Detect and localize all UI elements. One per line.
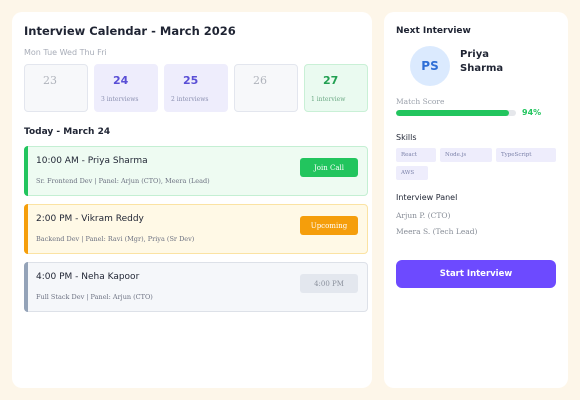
start-interview-button[interactable]: Start Interview xyxy=(396,260,556,288)
appointment-card[interactable]: 4:00 PM - Neha Kapoor Full Stack Dev | P… xyxy=(24,262,368,312)
appointment-time: 2:00 PM - Vikram Reddy xyxy=(36,214,144,224)
upcoming-status-button[interactable]: Upcoming xyxy=(300,216,358,235)
appointment-card[interactable]: 10:00 AM - Priya Sharma Sr. Frontend Dev… xyxy=(24,146,368,196)
skill-tag: AWS xyxy=(396,166,428,180)
scheduled-time-button[interactable]: 4:00 PM xyxy=(300,274,358,293)
interview-panel-heading: Interview Panel xyxy=(396,193,458,202)
day-cell-23[interactable]: 23 xyxy=(24,64,88,112)
day-cell-26[interactable]: 26 xyxy=(234,64,298,112)
today-heading: Today - March 24 xyxy=(24,127,111,137)
panel-member: Arjun P. (CTO) xyxy=(396,211,451,220)
join-call-button[interactable]: Join Call xyxy=(300,158,358,177)
appointment-time: 10:00 AM - Priya Sharma xyxy=(36,156,148,166)
day-number: 23 xyxy=(43,74,57,87)
day-number: 24 xyxy=(113,74,129,87)
status-stripe xyxy=(24,204,28,254)
next-interview-title: Next Interview xyxy=(396,26,471,36)
day-cell-24[interactable]: 24 3 interviews xyxy=(94,64,158,112)
panel-member: Meera S. (Tech Lead) xyxy=(396,227,478,236)
day-number: 25 xyxy=(183,74,199,87)
match-score-bar xyxy=(396,110,516,116)
appointment-time: 4:00 PM - Neha Kapoor xyxy=(36,272,140,282)
skills-heading: Skills xyxy=(396,133,417,142)
skill-tag: Node.js xyxy=(440,148,492,162)
candidate-name: Priya Sharma xyxy=(460,49,504,74)
avatar: PS xyxy=(410,46,450,86)
status-stripe xyxy=(24,146,28,196)
calendar-title: Interview Calendar - March 2026 xyxy=(24,24,236,38)
calendar-card: Interview Calendar - March 2026 Mon Tue … xyxy=(12,12,372,388)
interview-count: 3 interviews xyxy=(101,96,139,103)
day-number: 27 xyxy=(323,74,339,87)
appointment-details: Backend Dev | Panel: Ravi (Mgr), Priya (… xyxy=(36,235,195,243)
appointment-card[interactable]: 2:00 PM - Vikram Reddy Backend Dev | Pan… xyxy=(24,204,368,254)
skill-tag: React xyxy=(396,148,436,162)
next-interview-card: Next Interview PS Priya Sharma Match Sco… xyxy=(384,12,568,388)
day-cell-25[interactable]: 25 2 interviews xyxy=(164,64,228,112)
interview-count: 2 interviews xyxy=(171,96,209,103)
skills-list: React Node.js TypeScript AWS xyxy=(396,148,562,180)
weekday-header: Mon Tue Wed Thu Fri xyxy=(24,48,107,57)
appointment-details: Full Stack Dev | Panel: Arjun (CTO) xyxy=(36,293,153,301)
status-stripe xyxy=(24,262,28,312)
match-score-fill xyxy=(396,110,509,116)
day-number: 26 xyxy=(253,74,267,87)
skill-tag: TypeScript xyxy=(496,148,556,162)
appointment-details: Sr. Frontend Dev | Panel: Arjun (CTO), M… xyxy=(36,177,210,185)
interview-count: 1 interview xyxy=(311,96,346,103)
match-score-value: 94% xyxy=(522,108,542,117)
day-cell-27[interactable]: 27 1 interview xyxy=(304,64,368,112)
match-score-label: Match Score xyxy=(396,97,445,106)
